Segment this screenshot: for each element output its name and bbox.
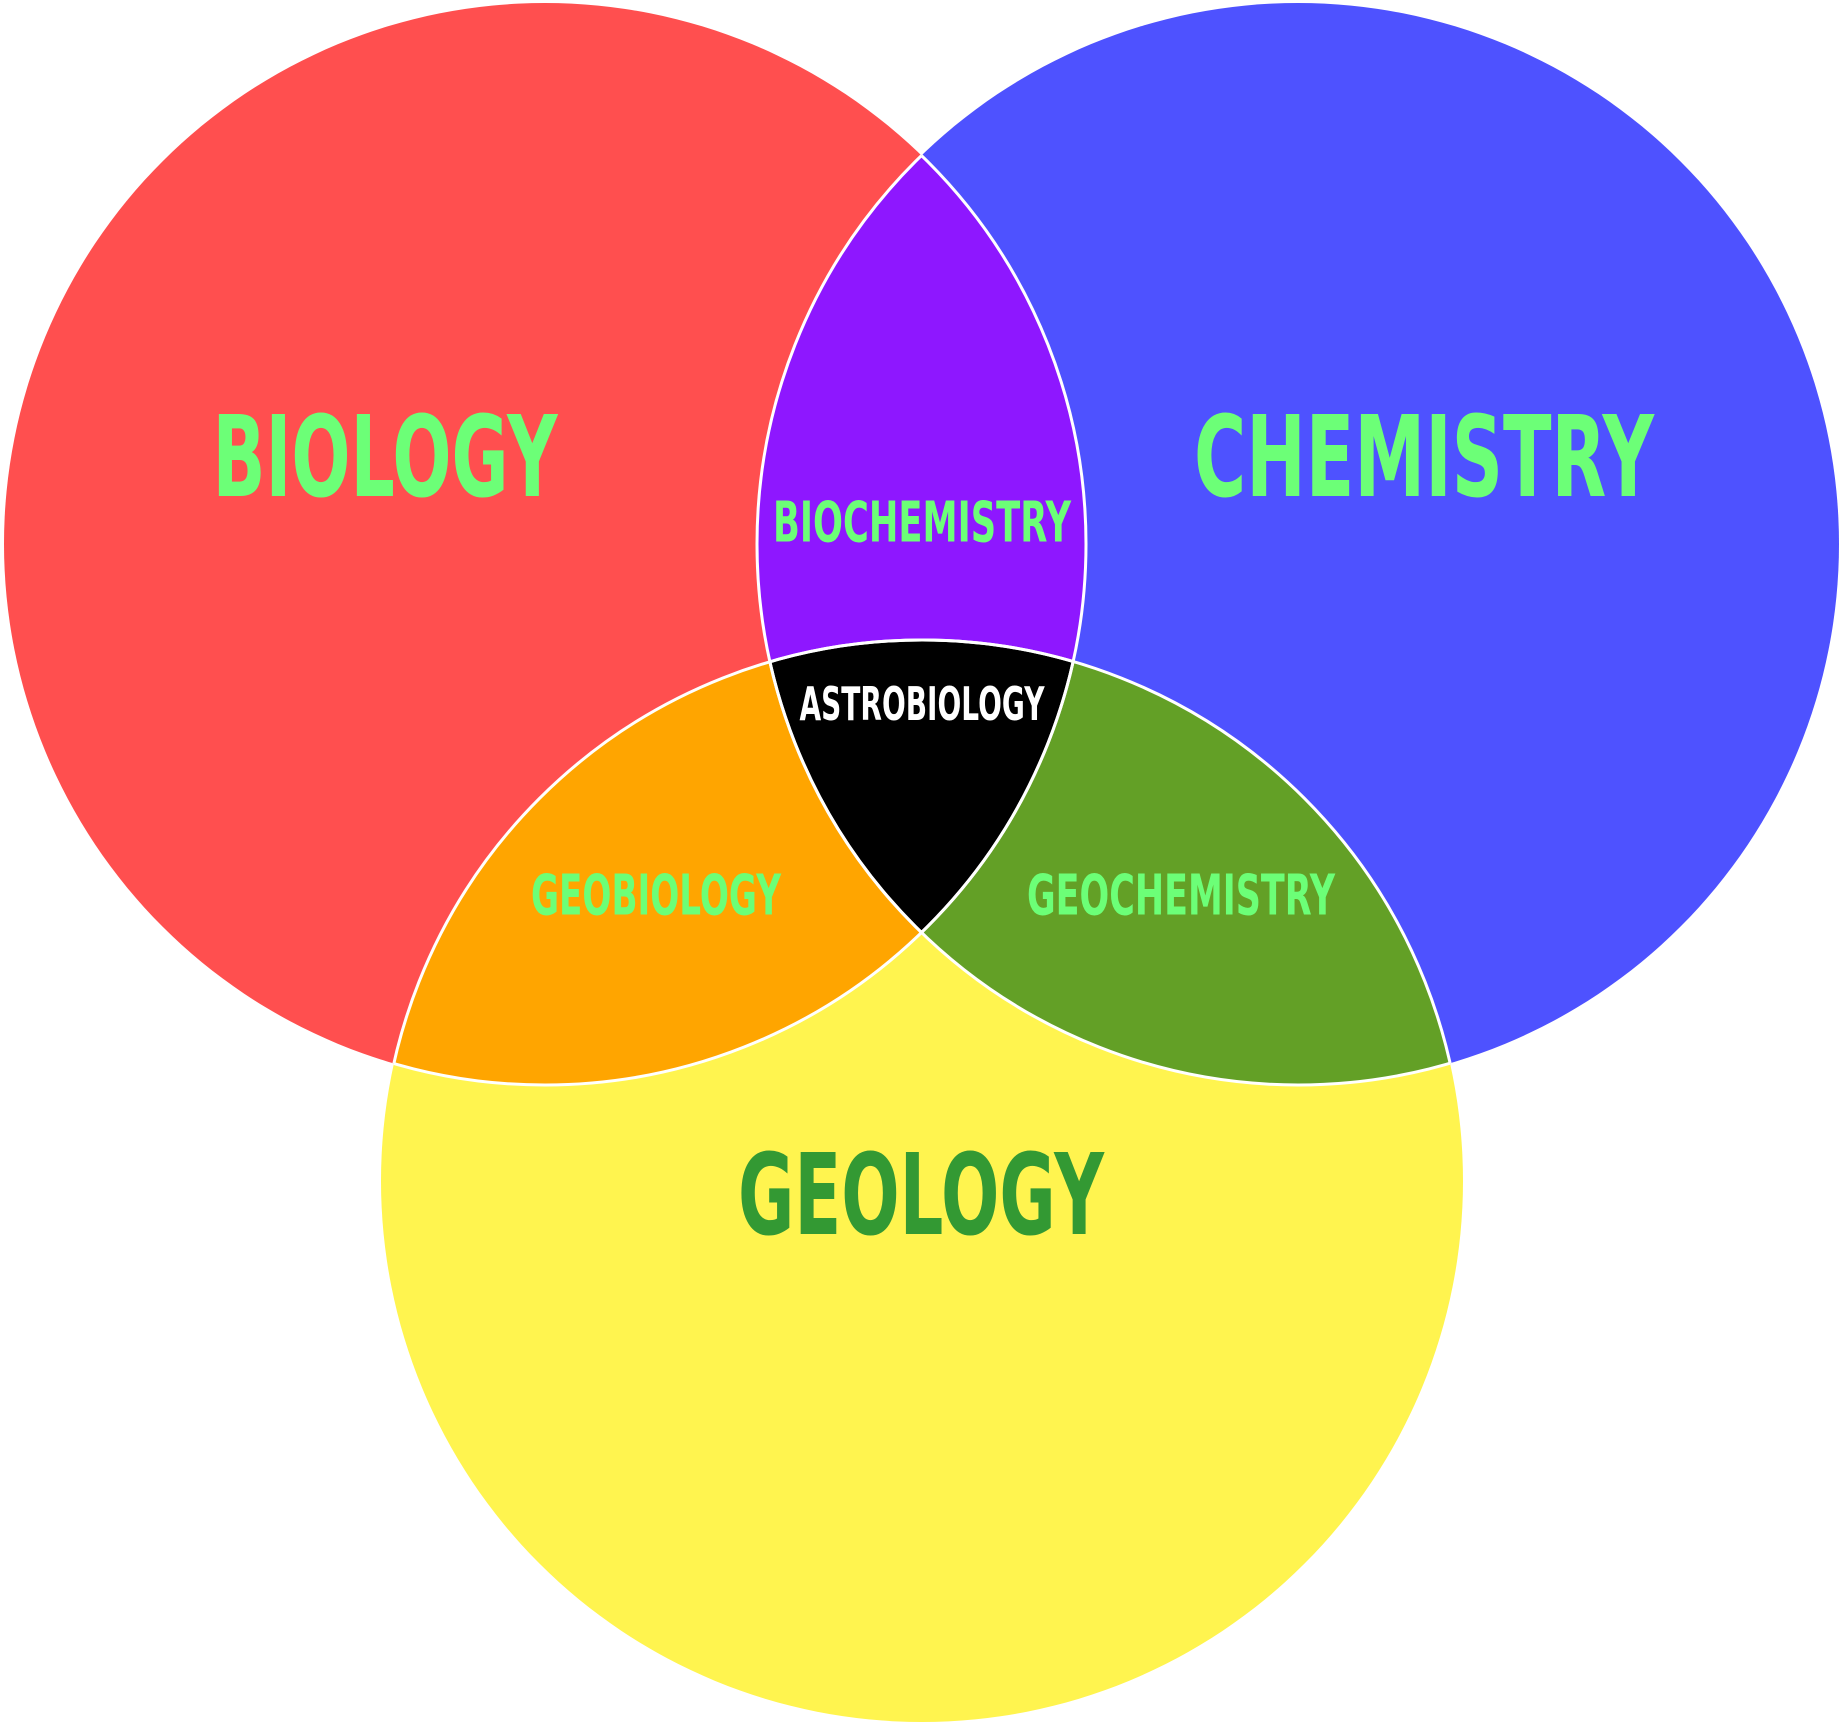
astrobiology-label: ASTROBIOLOGY bbox=[800, 677, 1045, 731]
geochemistry-label: GEOCHEMISTRY bbox=[1027, 864, 1336, 929]
biochemistry-label: BIOCHEMISTRY bbox=[773, 491, 1072, 556]
biology-label: BIOLOGY bbox=[213, 393, 559, 523]
geobiology-label: GEOBIOLOGY bbox=[531, 864, 782, 929]
chemistry-label: CHEMISTRY bbox=[1194, 393, 1655, 523]
geology-label: GEOLOGY bbox=[738, 1131, 1105, 1261]
venn-diagram: BIOLOGY CHEMISTRY GEOLOGY BIOCHEMISTRY G… bbox=[4, 3, 1839, 1722]
